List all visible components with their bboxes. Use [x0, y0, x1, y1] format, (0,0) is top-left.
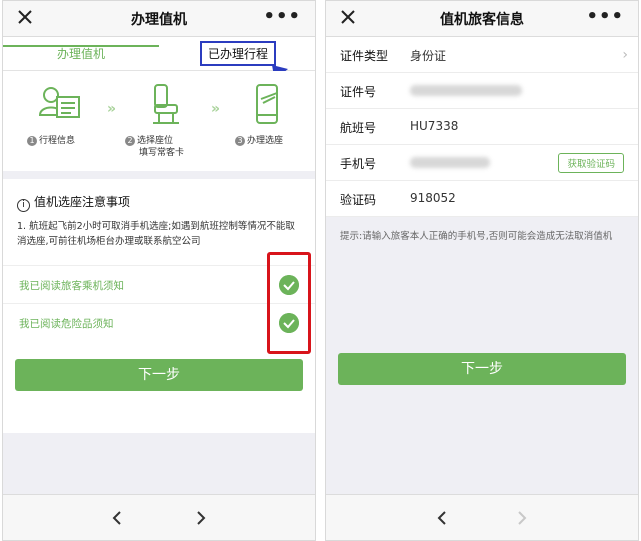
notice-text: 1. 航班起飞前2小时可取消手机选座;如遇到航班控制等情况不能取消选座,可前往机… [17, 221, 295, 247]
agreement-label[interactable]: 我已阅读旅客乘机须知 [19, 278, 124, 293]
id-type-row[interactable]: 证件类型 身份证 › [326, 37, 638, 73]
step-2-label: 2 选择座位 填写常客卡 [125, 135, 184, 159]
step-3-label: 3 办理选座 [235, 135, 283, 147]
code-label: 验证码 [340, 193, 377, 207]
step-number: 2 [125, 136, 135, 146]
next-button[interactable]: 下一步 [338, 353, 626, 385]
id-number-field-blurred[interactable] [410, 85, 522, 96]
tab-active-indicator [3, 45, 159, 47]
step-arrow: » [107, 101, 116, 117]
bottom-nav-bar [3, 494, 315, 540]
notice-title: i 值机选座注意事项 [17, 193, 130, 212]
flight-row: 航班号 HU7338 [326, 109, 638, 145]
tab-checked-in-trips[interactable]: 已办理行程 [200, 41, 277, 66]
phone-label: 手机号 [340, 157, 377, 171]
back-icon[interactable] [436, 510, 448, 526]
phone-field-blurred[interactable] [410, 157, 490, 168]
phone-row: 手机号 获取验证码 [326, 145, 638, 181]
chevron-right-icon: › [622, 47, 628, 63]
step-arrow: » [211, 101, 220, 117]
passenger-form: 证件类型 身份证 › 证件号 航班号 HU7338 手机号 获取验证码 验证码 … [326, 37, 638, 217]
bottom-nav-bar [326, 494, 638, 540]
more-icon[interactable]: ••• [586, 6, 624, 27]
forward-icon [518, 511, 527, 525]
info-icon: i [17, 199, 30, 212]
left-phone-screen: 办理值机 ••• 办理值机 已办理行程 » » 1 行程信息 2 选择座位 填写… [2, 0, 316, 541]
id-type-label: 证件类型 [340, 49, 389, 63]
right-phone-screen: 值机旅客信息 ••• 证件类型 身份证 › 证件号 航班号 HU7338 手机号… [325, 0, 639, 541]
code-field[interactable]: 918052 [410, 191, 456, 205]
header-bar: 值机旅客信息 ••• [326, 1, 638, 37]
more-icon[interactable]: ••• [263, 6, 301, 27]
step-number: 1 [27, 136, 37, 146]
flight-field[interactable]: HU7338 [410, 119, 458, 133]
agreement-label[interactable]: 我已阅读危险品须知 [19, 316, 114, 331]
tab-check-in[interactable]: 办理值机 [57, 45, 105, 62]
flight-label: 航班号 [340, 121, 377, 135]
tab-bar: 办理值机 已办理行程 [3, 37, 315, 71]
seat-icon [153, 84, 179, 124]
forward-icon[interactable] [195, 510, 207, 526]
next-button[interactable]: 下一步 [15, 359, 303, 391]
phone-check-icon [256, 84, 278, 124]
highlight-box [267, 252, 311, 354]
step-progress: » » 1 行程信息 2 选择座位 填写常客卡 3 办理选座 [3, 71, 315, 171]
get-code-button[interactable]: 获取验证码 [558, 153, 624, 173]
code-row: 验证码 918052 [326, 181, 638, 217]
step-number: 3 [235, 136, 245, 146]
back-icon[interactable] [111, 510, 123, 526]
user-card-icon [38, 87, 80, 118]
step-1-label: 1 行程信息 [27, 135, 75, 147]
id-number-label: 证件号 [340, 85, 377, 99]
id-type-select[interactable]: 身份证 [410, 47, 446, 64]
tip-text: 提示:请输入旅客本人正确的手机号,否则可能会造成无法取消值机 [340, 231, 613, 242]
header-bar: 办理值机 ••• [3, 1, 315, 37]
id-number-row: 证件号 [326, 73, 638, 109]
